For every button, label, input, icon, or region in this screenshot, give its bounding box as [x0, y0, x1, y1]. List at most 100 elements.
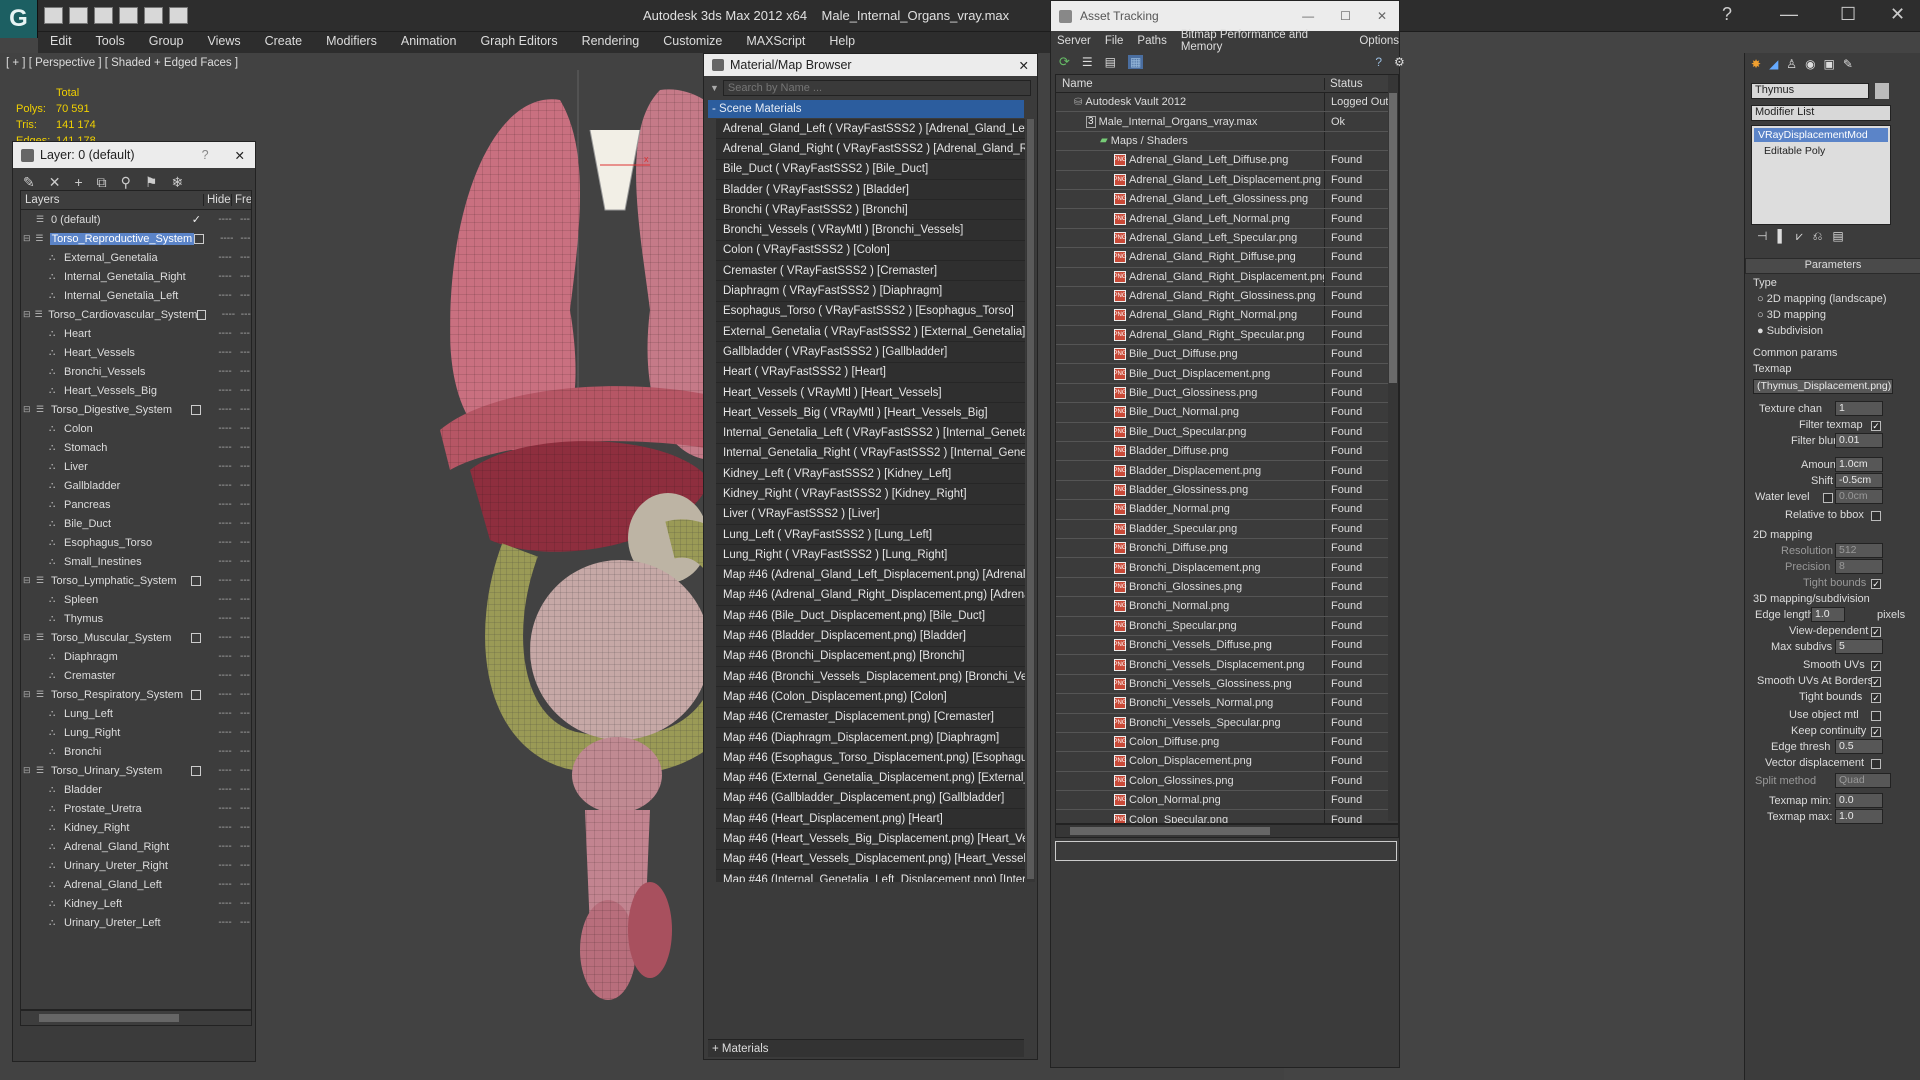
menu-item-customize[interactable]: Customize — [651, 32, 734, 53]
layer-row[interactable]: ⛬ Lung_Left ---- --- — [21, 704, 251, 723]
material-list-item[interactable]: Gallbladder ( VRayFastSSS2 ) [Gallbladde… — [716, 342, 1025, 363]
material-list-item[interactable]: Heart ( VRayFastSSS2 ) [Heart] — [716, 362, 1025, 383]
menu-item-graph-editors[interactable]: Graph Editors — [468, 32, 569, 53]
configure-sets-icon[interactable]: ▤ — [1832, 229, 1843, 247]
material-list-item[interactable]: Map #46 (Heart_Vessels_Displacement.png)… — [716, 849, 1025, 870]
asset-menu-bitmap-performance-and-memory[interactable]: Bitmap Performance and Memory — [1181, 29, 1346, 53]
layer-row[interactable]: ⛬ Diaphragm ---- --- — [21, 647, 251, 666]
material-list-item[interactable]: Internal_Genetalia_Right ( VRayFastSSS2 … — [716, 443, 1025, 465]
scroll-thumb[interactable] — [1070, 827, 1270, 835]
freeze-toggle[interactable]: --- — [239, 271, 251, 282]
hide-toggle[interactable]: ---- — [211, 632, 239, 643]
tight-bounds2-checkbox[interactable]: ✓ — [1871, 693, 1881, 703]
freeze-toggle[interactable]: --- — [239, 594, 251, 605]
asset-row[interactable]: PNG Adrenal_Gland_Left_Glossiness.png Foun… — [1056, 189, 1398, 210]
tight-bounds-checkbox[interactable]: ✓ — [1871, 579, 1881, 589]
freeze-toggle[interactable]: --- — [239, 442, 251, 453]
menu-item-help[interactable]: Help — [817, 32, 867, 53]
layer-row[interactable]: ⛬ Bile_Duct ---- --- — [21, 514, 251, 533]
material-list-item[interactable]: Map #46 (Esophagus_Torso_Displacement.pn… — [716, 748, 1025, 769]
hide-toggle[interactable]: ---- — [214, 233, 240, 244]
asset-row[interactable]: PNG Bronchi_Normal.png Found — [1056, 597, 1398, 617]
texture-chan-spinner[interactable]: 1 — [1835, 401, 1883, 416]
hide-toggle[interactable]: ---- — [211, 651, 239, 662]
material-list-item[interactable]: Internal_Genetalia_Left ( VRayFastSSS2 )… — [716, 423, 1025, 444]
modify-tab-icon[interactable]: ◢ — [1769, 57, 1778, 73]
hide-toggle[interactable]: ---- — [211, 518, 239, 529]
redo-icon[interactable] — [144, 7, 163, 24]
hide-toggle[interactable]: ---- — [211, 575, 239, 586]
list-view-icon[interactable]: ☰ — [1082, 55, 1093, 69]
asset-hscrollbar[interactable] — [1055, 824, 1399, 838]
hide-toggle[interactable]: ---- — [211, 480, 239, 491]
layer-row[interactable]: ⛬ Heart_Vessels_Big ---- --- — [21, 381, 251, 400]
freeze-toggle[interactable]: --- — [239, 347, 251, 358]
search-input[interactable] — [722, 80, 1031, 96]
asset-row[interactable]: PNG Adrenal_Gland_Left_Diffuse.png Found — [1056, 151, 1398, 171]
name-column[interactable]: Name — [1056, 78, 1324, 90]
menu-item-group[interactable]: Group — [137, 32, 196, 53]
max-subdivs-spinner[interactable]: 5 — [1835, 639, 1883, 654]
asset-row[interactable]: PNG Bronchi_Specular.png Found — [1056, 616, 1398, 636]
layer-row[interactable]: ⛬ Urinary_Ureter_Right ---- --- — [21, 856, 251, 875]
current-layer-checkbox[interactable] — [197, 309, 207, 320]
filter-texmap-checkbox[interactable]: ✓ — [1871, 421, 1881, 431]
freeze-toggle[interactable]: --- — [239, 575, 251, 586]
asset-row[interactable]: PNG Adrenal_Gland_Left_Displacement.png Fo… — [1056, 170, 1398, 190]
layer-row[interactable]: ⛬ Adrenal_Gland_Right ---- --- — [21, 837, 251, 856]
material-list-item[interactable]: Map #46 (Adrenal_Gland_Right_Displacemen… — [716, 585, 1025, 607]
material-list-item[interactable]: Map #46 (External_Genetalia_Displacement… — [716, 768, 1025, 789]
freeze-toggle[interactable]: --- — [239, 214, 251, 225]
freeze-toggle[interactable]: --- — [239, 480, 251, 491]
settings-icon[interactable]: ⚙ — [1394, 55, 1405, 69]
asset-menu-server[interactable]: Server — [1057, 35, 1091, 47]
hide-toggle[interactable]: ---- — [211, 822, 239, 833]
parameters-rollout[interactable]: Parameters — [1745, 258, 1920, 274]
material-list-item[interactable]: Bronchi_Vessels ( VRayMtl ) [Bronchi_Ves… — [716, 220, 1025, 241]
new-file-icon[interactable] — [44, 7, 63, 24]
material-list-item[interactable]: Map #46 (Diaphragm_Displacement.png) [Di… — [716, 727, 1025, 749]
view-dependent-checkbox[interactable]: ✓ — [1871, 627, 1881, 637]
material-list-item[interactable]: Map #46 (Cremaster_Displacement.png) [Cr… — [716, 707, 1025, 728]
material-list-item[interactable]: Map #46 (Colon_Displacement.png) [Colon] — [716, 687, 1025, 708]
material-list-item[interactable]: Kidney_Right ( VRayFastSSS2 ) [Kidney_Ri… — [716, 484, 1025, 505]
asset-row[interactable]: PNG Bile_Duct_Diffuse.png Found — [1056, 345, 1398, 365]
show-end-result-icon[interactable]: ▌ — [1777, 229, 1786, 247]
hide-toggle[interactable]: ---- — [211, 252, 239, 263]
hide-toggle[interactable]: ---- — [211, 898, 239, 909]
asset-row[interactable]: PNG Colon_Displacement.png Found — [1056, 752, 1398, 772]
hide-toggle[interactable]: ---- — [211, 404, 239, 415]
material-list-item[interactable]: Diaphragm ( VRayFastSSS2 ) [Diaphragm] — [716, 281, 1025, 302]
hide-toggle[interactable]: ---- — [211, 879, 239, 890]
highlight-layer-icon[interactable]: ⚲ — [121, 174, 131, 191]
freeze-toggle[interactable]: --- — [239, 556, 251, 567]
freeze-toggle[interactable]: --- — [239, 328, 251, 339]
freeze-toggle[interactable]: --- — [239, 746, 251, 757]
hide-toggle[interactable]: ---- — [211, 727, 239, 738]
hide-toggle[interactable]: ---- — [211, 461, 239, 472]
freeze-toggle[interactable]: --- — [239, 689, 251, 700]
material-list-item[interactable]: Map #46 (Internal_Genetalia_Left_Displac… — [716, 869, 1025, 882]
freeze-toggle[interactable]: --- — [239, 708, 251, 719]
layer-row[interactable]: ⛬ Bronchi_Vessels ---- --- — [21, 362, 251, 381]
freeze-toggle[interactable]: --- — [239, 423, 251, 434]
close-icon[interactable]: ✕ — [1377, 9, 1387, 23]
asset-row[interactable]: 3 Male_Internal_Organs_vray.max Ok — [1056, 112, 1398, 132]
menu-item-animation[interactable]: Animation — [389, 32, 469, 53]
asset-row[interactable]: PNG Adrenal_Gland_Right_Normal.png Found — [1056, 306, 1398, 326]
layer-row[interactable]: ⊟ ☰ Torso_Respiratory_System ---- --- — [21, 685, 251, 704]
layer-row[interactable]: ⛬ Urinary_Ureter_Left ---- --- — [21, 913, 251, 932]
asset-row[interactable]: PNG Bile_Duct_Glossiness.png Found — [1056, 383, 1398, 404]
water-level-spinner[interactable]: 0.0cm — [1835, 489, 1883, 504]
scene-materials-group[interactable]: - Scene Materials — [708, 100, 1024, 118]
minimize-icon[interactable]: — — [1780, 4, 1798, 25]
material-list-item[interactable]: Adrenal_Gland_Left ( VRayFastSSS2 ) [Adr… — [716, 119, 1025, 140]
close-button[interactable]: ✕ — [1019, 58, 1029, 73]
material-list-item[interactable]: Cremaster ( VRayFastSSS2 ) [Cremaster] — [716, 261, 1025, 282]
material-list-item[interactable]: Bladder ( VRayFastSSS2 ) [Bladder] — [716, 179, 1025, 201]
viewport-label[interactable]: [ + ] [ Perspective ] [ Shaded + Edged F… — [6, 57, 238, 69]
texmap-max-spinner[interactable]: 1.0 — [1835, 809, 1883, 824]
menu-item-rendering[interactable]: Rendering — [570, 32, 652, 53]
asset-row[interactable]: PNG Bronchi_Diffuse.png Found — [1056, 538, 1398, 559]
filter-blur-spinner[interactable]: 0.01 — [1835, 433, 1883, 448]
